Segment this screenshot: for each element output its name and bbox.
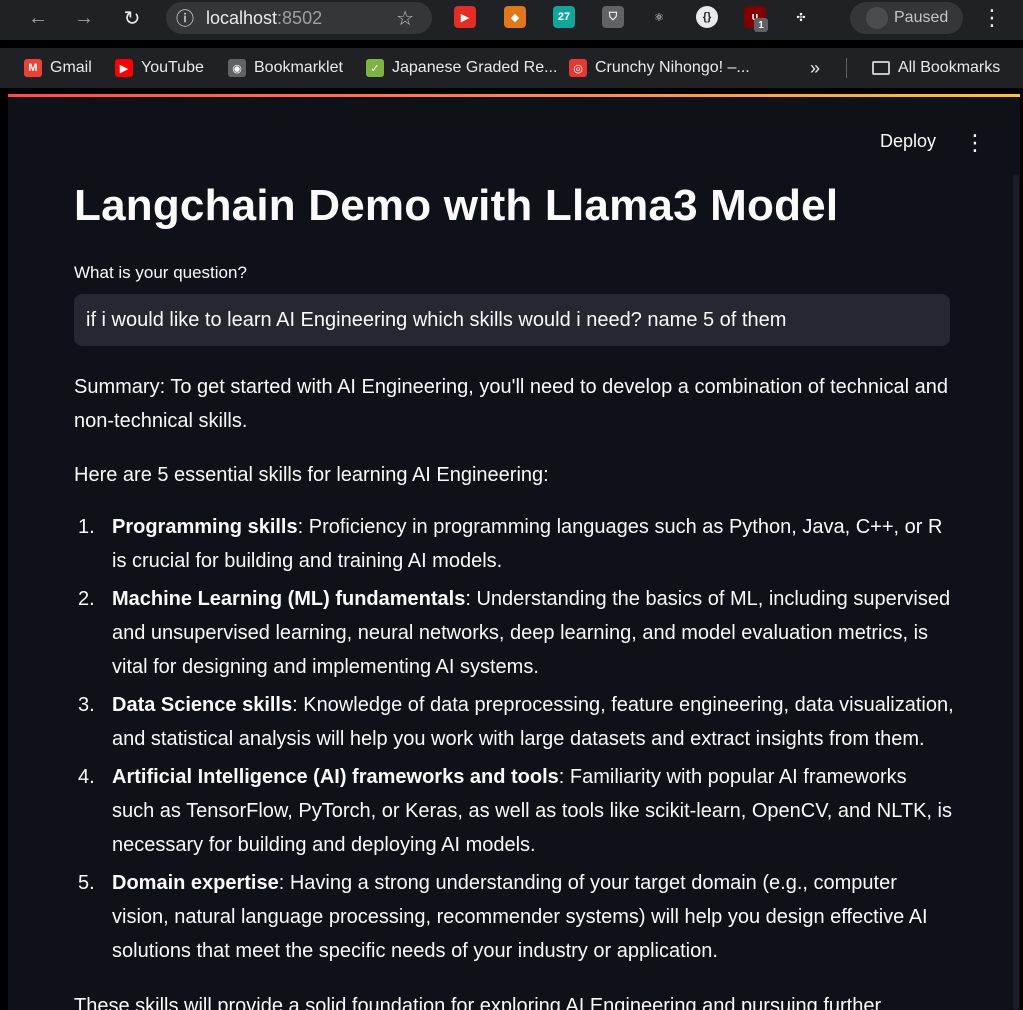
shield-ext-icon[interactable]: ⛉: [602, 6, 624, 28]
browser-menu-icon[interactable]: ⋮: [981, 4, 1003, 32]
bookmark-item[interactable]: ◉ Bookmarklet: [228, 56, 343, 80]
json-ext-icon[interactable]: {}: [696, 6, 718, 28]
skill-title: Data Science skills: [112, 694, 293, 716]
ublock-icon[interactable]: u1: [744, 6, 768, 32]
scrollbar[interactable]: [1013, 175, 1019, 1010]
reload-icon[interactable]: ↻: [116, 2, 148, 34]
url-text: localhost:8502: [206, 8, 322, 29]
bookmark-item[interactable]: M Gmail: [24, 56, 92, 80]
react-devtools-icon[interactable]: ⚛: [648, 6, 670, 28]
skill-title: Machine Learning (ML) fundamentals: [112, 588, 466, 610]
metamask-icon[interactable]: ◆: [504, 6, 526, 28]
bookmark-label: Crunchy Nihongo! –...: [595, 59, 750, 76]
list-number: 1.: [78, 516, 95, 538]
skill-title: Programming skills: [112, 516, 298, 538]
profile-button[interactable]: Paused: [850, 2, 963, 34]
list-number: 5.: [78, 872, 95, 894]
gmail-icon: M: [24, 59, 42, 77]
globe-icon: ◉: [228, 59, 246, 77]
back-arrow-icon[interactable]: ←: [22, 2, 54, 34]
skill-title: Artificial Intelligence (AI) frameworks …: [112, 766, 559, 788]
forward-arrow-icon[interactable]: →: [68, 2, 100, 34]
app-menu-icon[interactable]: ⋮: [964, 130, 986, 156]
question-label: What is your question?: [74, 263, 247, 282]
bookmarks-overflow-icon[interactable]: »: [810, 56, 820, 80]
sync-paused-label: Paused: [894, 9, 949, 26]
browser-toolbar: ← → ↻ ⓘ localhost:8502 ☆ ▶ ◆ 27 ⛉ ⚛ {} u 1 ✣ Pau…: [0, 0, 1023, 40]
skill-title: Domain expertise: [112, 872, 279, 894]
bookmark-item[interactable]: ◎ Crunchy Nihongo! –...: [569, 56, 750, 80]
url-host: localhost: [206, 7, 278, 28]
extension-badge: 1: [754, 18, 768, 32]
streamlit-app: Deploy ⋮ Langchain Demo with Llama3 Mode…: [8, 97, 1020, 1010]
bookmark-label: YouTube: [141, 59, 204, 76]
page-title: Langchain Demo with Llama3 Model: [74, 181, 839, 230]
skill-list-item: 2. Machine Learning (ML) fundamentals: Un…: [74, 582, 954, 684]
answer-summary: Summary: To get started with AI Engineer…: [74, 376, 948, 432]
answer-intro: Here are 5 essential skills for learning…: [74, 464, 549, 486]
bookmarks-divider: [846, 58, 847, 78]
bookmark-item[interactable]: ▶ YouTube: [115, 56, 204, 80]
list-number: 4.: [78, 766, 95, 788]
skill-list-item: 5. Domain expertise: Having a strong unde…: [74, 866, 954, 968]
skill-list-item: 3. Data Science skills: Knowledge of data…: [74, 688, 954, 756]
answer-closing: These skills will provide a solid founda…: [74, 995, 882, 1010]
bookmark-label: Gmail: [50, 59, 92, 76]
address-bar[interactable]: ⓘ localhost:8502 ☆: [166, 2, 432, 34]
bookmarks-bar: M Gmail ▶ YouTube ◉ Bookmarklet ✓ Japanese Grad…: [0, 48, 1023, 88]
skill-list-item: 4. Artificial Intelligence (AI) framework…: [74, 760, 954, 862]
question-input[interactable]: [74, 294, 950, 346]
folder-icon: [872, 61, 890, 75]
all-bookmarks-label: All Bookmarks: [898, 59, 1001, 76]
extensions-puzzle-icon[interactable]: ✣: [790, 6, 812, 28]
skills-list: 1. Programming skills: Proficiency in pro…: [74, 510, 954, 968]
url-port: :8502: [277, 7, 323, 28]
site-info-icon[interactable]: ⓘ: [176, 5, 194, 31]
avatar: [866, 7, 888, 29]
graded-readers-icon: ✓: [366, 59, 384, 77]
youtube-icon: ▶: [115, 59, 133, 77]
bookmark-item[interactable]: ✓ Japanese Graded Re...: [366, 56, 557, 80]
calendar-27-icon[interactable]: 27: [553, 6, 575, 28]
bookmark-label: Bookmarklet: [254, 59, 343, 76]
list-number: 3.: [78, 694, 95, 716]
bookmark-star-icon[interactable]: ☆: [396, 6, 414, 31]
skill-list-item: 1. Programming skills: Proficiency in pro…: [74, 510, 954, 578]
bookmark-label: Japanese Graded Re...: [392, 59, 558, 76]
answer-output: Summary: To get started with AI Engineer…: [74, 370, 954, 972]
youtube-ext-icon[interactable]: ▶: [454, 6, 476, 28]
all-bookmarks-button[interactable]: All Bookmarks: [872, 56, 1000, 80]
list-number: 2.: [78, 588, 95, 610]
deploy-button[interactable]: Deploy: [880, 131, 936, 152]
crunchy-nihongo-icon: ◎: [569, 59, 587, 77]
